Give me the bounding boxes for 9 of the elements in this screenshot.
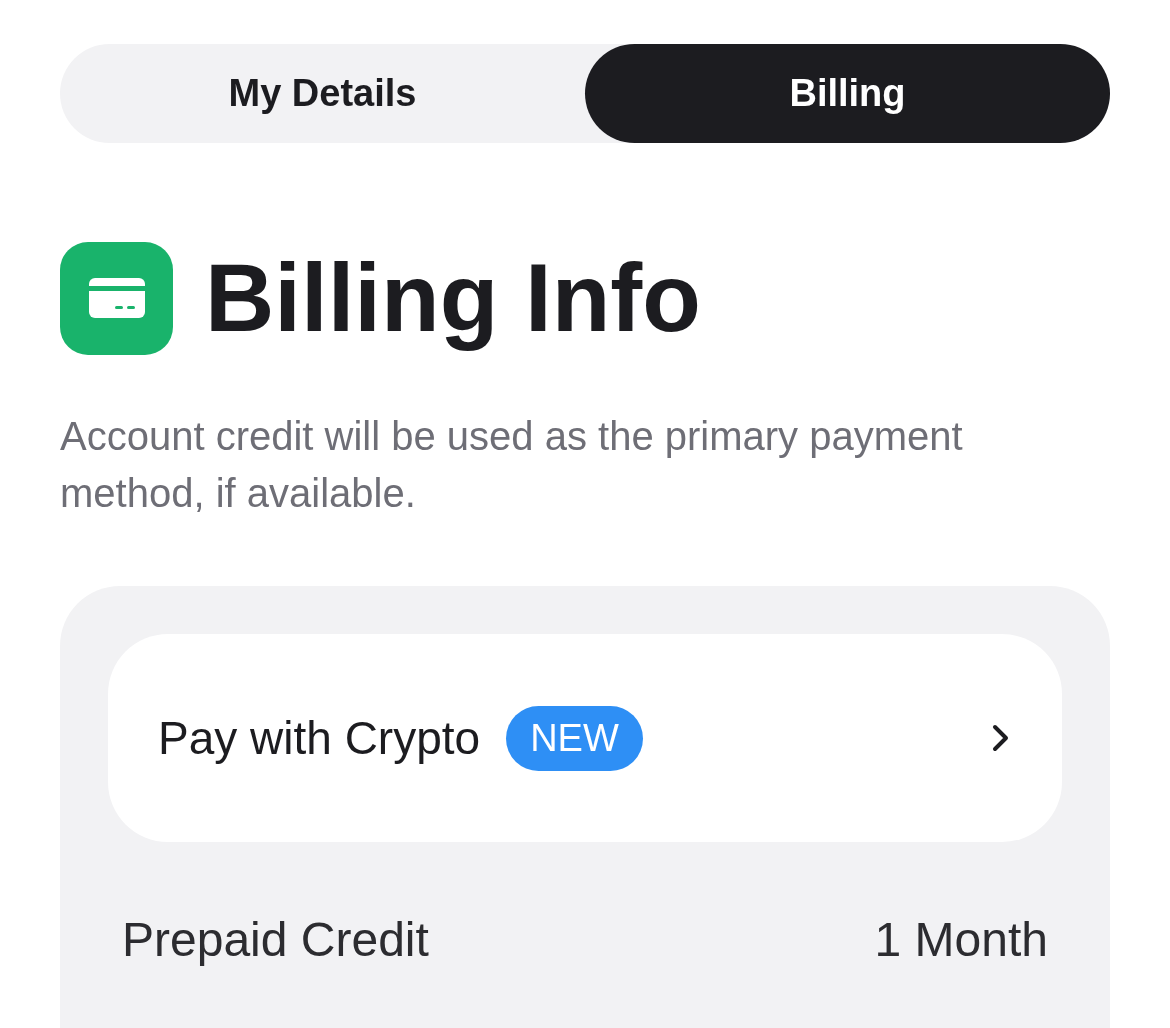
row-value: 1 Month [874, 912, 1048, 968]
page-title: Billing Info [205, 243, 701, 353]
pay-crypto-button[interactable]: Pay with Crypto NEW [108, 634, 1062, 842]
card-icon [60, 241, 173, 355]
new-badge: NEW [506, 705, 643, 771]
row-label: Prepaid Credit [122, 912, 429, 968]
tab[interactable]: My Details [60, 44, 585, 143]
description: Account credit will be used as the primary payment method, if available. [60, 413, 964, 517]
tab[interactable]: Billing [585, 44, 1110, 143]
